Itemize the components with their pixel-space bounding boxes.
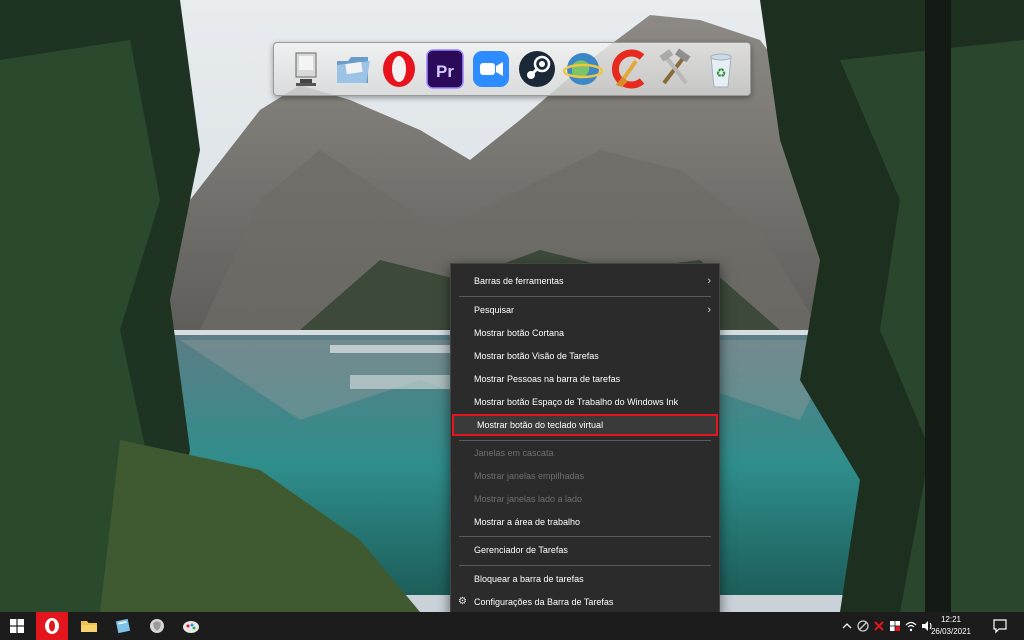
menu-item-lock-taskbar[interactable]: Bloquear a barra de tarefas <box>451 568 719 590</box>
menu-item-show-touch-keyboard-button[interactable]: Mostrar botão do teclado virtual <box>452 414 718 436</box>
menu-item-label: Mostrar botão Cortana <box>474 328 565 338</box>
menu-item-show-people[interactable]: Mostrar Pessoas na barra de tarefas <box>451 368 719 390</box>
gear-icon: ⚙ <box>458 596 467 607</box>
menu-item-label: Bloquear a barra de tarefas <box>474 574 584 584</box>
menu-item-label: Mostrar a área de trabalho <box>474 517 581 527</box>
menu-item-label: Mostrar janelas lado a lado <box>474 494 583 504</box>
menu-item-label: Barras de ferramentas <box>474 276 564 286</box>
system-clock[interactable]: 12:21 26/03/2021 <box>925 614 977 638</box>
menu-item-cascade-windows: Janelas em cascata <box>451 442 719 464</box>
taskbar-app-button[interactable] <box>106 612 140 640</box>
menu-item-taskbar-settings[interactable]: ⚙ Configurações da Barra de Tarefas <box>451 591 719 613</box>
menu-separator <box>459 536 711 537</box>
menu-item-label: Mostrar botão Visão de Tarefas <box>474 351 599 361</box>
menu-item-label: Gerenciador de Tarefas <box>474 545 568 555</box>
menu-item-label: Mostrar janelas empilhadas <box>474 471 585 481</box>
zoom-icon[interactable] <box>470 47 512 91</box>
notifications-icon[interactable] <box>992 618 1008 634</box>
computer-icon[interactable] <box>286 47 328 91</box>
windows-logo-icon <box>10 619 24 633</box>
svg-text:♻: ♻ <box>716 66 727 80</box>
ccleaner-icon[interactable] <box>608 47 650 91</box>
taskbar-paint-button[interactable] <box>174 612 208 640</box>
menu-item-show-windows-side-by-side: Mostrar janelas lado a lado <box>451 488 719 510</box>
menu-item-task-manager[interactable]: Gerenciador de Tarefas <box>451 539 719 561</box>
menu-item-label: Pesquisar <box>474 305 515 315</box>
steam-icon[interactable] <box>516 47 558 91</box>
tools-icon[interactable] <box>654 47 696 91</box>
globe-icon[interactable] <box>562 47 604 91</box>
menu-item-show-desktop[interactable]: Mostrar a área de trabalho <box>451 511 719 533</box>
paint-icon <box>183 621 199 633</box>
menu-separator <box>459 440 711 441</box>
menu-item-label: Mostrar botão do teclado virtual <box>477 420 604 430</box>
menu-item-label: Configurações da Barra de Tarefas <box>474 597 614 607</box>
taskbar-context-menu: Barras de ferramentas › Pesquisar › Most… <box>450 263 720 619</box>
folder-icon <box>81 621 97 632</box>
menu-item-label: Mostrar botão Espaço de Trabalho do Wind… <box>474 397 679 407</box>
menu-separator <box>459 565 711 566</box>
notepad-icon <box>115 618 131 634</box>
clock-time: 12:21 <box>940 615 962 624</box>
menu-item-label: Janelas em cascata <box>474 448 554 458</box>
taskbar-security-button[interactable] <box>140 612 174 640</box>
menu-item-search[interactable]: Pesquisar › <box>451 299 719 321</box>
menu-item-label: Mostrar Pessoas na barra de tarefas <box>474 374 621 384</box>
chevron-right-icon: › <box>707 275 711 287</box>
windows-security-icon[interactable] <box>888 619 902 633</box>
recycle-bin-icon[interactable]: ♻ <box>700 47 742 91</box>
start-button[interactable] <box>0 612 34 640</box>
folder-icon[interactable] <box>332 47 374 91</box>
taskbar-opera-button[interactable] <box>36 612 68 640</box>
application-dock: Pr ♻ <box>273 42 751 96</box>
shield-icon <box>150 619 164 633</box>
menu-item-show-windows-stacked: Mostrar janelas empilhadas <box>451 465 719 487</box>
opera-icon[interactable] <box>378 47 420 91</box>
opera-icon <box>45 618 59 634</box>
premiere-pro-label: Pr <box>436 62 454 81</box>
clock-date: 26/03/2021 <box>930 627 972 636</box>
menu-separator <box>459 296 711 297</box>
taskbar: 12:21 26/03/2021 <box>0 612 1024 640</box>
chevron-right-icon: › <box>707 304 711 316</box>
menu-item-show-windows-ink-button[interactable]: Mostrar botão Espaço de Trabalho do Wind… <box>451 391 719 413</box>
taskbar-file-explorer-button[interactable] <box>72 612 106 640</box>
wifi-icon[interactable] <box>904 619 918 633</box>
chevron-up-icon[interactable] <box>840 619 854 633</box>
network-error-icon[interactable] <box>872 619 886 633</box>
premiere-pro-icon[interactable]: Pr <box>424 47 466 91</box>
tray-app-icon[interactable] <box>856 619 870 633</box>
menu-item-show-task-view-button[interactable]: Mostrar botão Visão de Tarefas <box>451 345 719 367</box>
menu-item-show-cortana-button[interactable]: Mostrar botão Cortana <box>451 322 719 344</box>
menu-item-toolbars[interactable]: Barras de ferramentas › <box>451 270 719 292</box>
